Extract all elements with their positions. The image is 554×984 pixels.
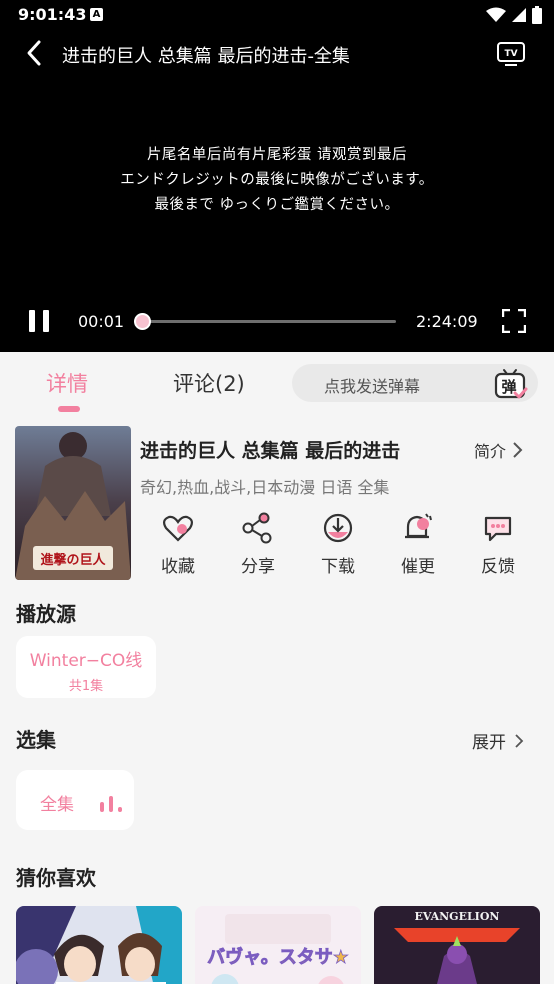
status-bar: 9:01:43 A — [0, 0, 554, 32]
anime-poster[interactable]: 進撃の巨人 — [15, 426, 131, 580]
bell-icon — [405, 513, 432, 539]
intro-label: 简介 — [474, 442, 507, 461]
feedback-icon — [484, 516, 512, 542]
video-player[interactable]: 9:01:43 A 进击的巨人 总集篇 最后的进击-全集 TV 片尾名单后尚有片… — [0, 0, 554, 352]
total-duration: 2:24:09 — [416, 312, 478, 331]
share-label: 分享 — [241, 557, 275, 577]
active-tab-indicator — [58, 406, 80, 412]
urge-update-button[interactable]: 催更 — [388, 508, 448, 577]
urge-update-label: 催更 — [401, 557, 435, 577]
action-row: 收藏 分享 下载 催更 反馈 — [140, 508, 540, 582]
feedback-button[interactable]: 反馈 — [468, 508, 528, 577]
download-button[interactable]: 下载 — [308, 508, 368, 577]
recommend-logo-3: EVANGELION — [415, 910, 500, 923]
download-icon — [323, 513, 353, 543]
signal-icon — [512, 8, 526, 22]
danmaku-placeholder: 点我发送弹幕 — [324, 377, 421, 396]
anime-tags: 奇幻,热血,战斗,日本动漫 日语 全集 — [140, 478, 390, 497]
source-episode-count: 共1集 — [68, 679, 104, 694]
source-section-title: 播放源 — [16, 602, 76, 626]
player-controls: 00:01 2:24:09 — [0, 298, 554, 344]
share-button[interactable]: 分享 — [228, 508, 288, 577]
heart-icon — [162, 515, 194, 542]
subtitle-line-3: 最後まで ゆっくりご鑑賞ください。 — [154, 197, 400, 213]
share-icon — [242, 512, 272, 544]
chevron-right-icon — [515, 733, 524, 748]
poster-logo: 進撃の巨人 — [40, 552, 106, 568]
intro-button[interactable]: 简介 — [474, 438, 524, 462]
content-tabs: 详情 评论(2) 点我发送弹幕 弹 — [0, 352, 554, 414]
fullscreen-icon[interactable] — [502, 309, 526, 333]
video-title: 进击的巨人 总集篇 最后的进击-全集 — [62, 46, 350, 67]
back-arrow-icon[interactable] — [22, 38, 48, 68]
pause-button[interactable] — [28, 310, 50, 332]
episodes-section-title: 选集 — [16, 728, 56, 752]
feedback-label: 反馈 — [481, 557, 515, 577]
recommend-item-3[interactable]: EVANGELION — [374, 906, 540, 984]
subtitle-line-1: 片尾名单后尚有片尾彩蛋 请观赏到最后 — [146, 147, 408, 163]
tv-icon-label: TV — [504, 49, 517, 59]
now-playing-icon — [100, 796, 122, 812]
tab-detail[interactable]: 详情 — [46, 368, 88, 398]
current-time: 00:01 — [78, 312, 125, 331]
download-label: 下载 — [321, 557, 355, 577]
tv-cast-icon[interactable]: TV — [496, 38, 526, 68]
source-card[interactable]: Winter−CO线 共1集 — [16, 636, 156, 698]
favorite-button[interactable]: 收藏 — [148, 508, 208, 577]
recommend-section-title: 猜你喜欢 — [16, 866, 96, 890]
favorite-label: 收藏 — [161, 557, 195, 577]
danmaku-input[interactable]: 点我发送弹幕 弹 — [292, 364, 538, 402]
danmaku-toggle-icon[interactable]: 弹 — [492, 366, 528, 402]
wifi-icon — [486, 7, 506, 22]
battery-icon — [532, 6, 542, 24]
notification-icon: A — [90, 8, 103, 21]
expand-episodes-button[interactable]: 展开 — [472, 728, 524, 753]
tab-comments[interactable]: 评论(2) — [173, 368, 245, 398]
anime-name: 进击的巨人 总集篇 最后的进击 — [140, 440, 401, 462]
recommend-item-2[interactable]: バヴャ。スタサ★ — [195, 906, 361, 984]
episode-label: 全集 — [40, 795, 74, 815]
recommend-logo-2: バヴャ。スタサ★ — [207, 946, 349, 968]
episode-item[interactable]: 全集 — [16, 770, 134, 830]
recommend-item-1[interactable] — [16, 906, 182, 984]
source-name: Winter−CO线 — [29, 651, 143, 671]
status-time: 9:01:43 — [18, 5, 87, 24]
progress-bar[interactable] — [134, 313, 396, 330]
progress-thumb[interactable] — [134, 313, 151, 330]
subtitle-line-2: エンドクレジットの最後に映像がございます。 — [120, 172, 434, 188]
chevron-right-icon — [513, 442, 523, 458]
status-icons — [486, 6, 542, 24]
expand-label: 展开 — [472, 733, 506, 753]
